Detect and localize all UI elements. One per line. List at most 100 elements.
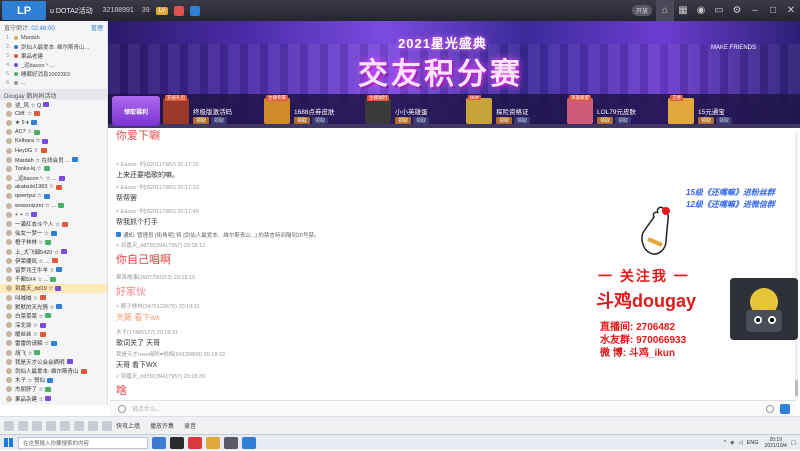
gift-card[interactable]: 主播专属1688点券皮肤领取领取 [264,96,362,126]
user-row[interactable]: 留罗兆王牛羊 ☆ [0,265,107,274]
gift-get-button[interactable]: 领取 [615,117,631,124]
chat-input[interactable]: 说点什么... [132,404,766,413]
screen-icon[interactable] [46,421,56,431]
taskbar-clock[interactable]: 20:19 2021/10/4 [765,437,787,449]
user-row[interactable]: Cliff. ☆ [0,109,107,118]
user-row[interactable]: 木子 ☆ 赞仙 [0,376,107,385]
emoji-icon[interactable] [118,405,126,413]
grid-icon[interactable]: ▦ [674,0,692,21]
expression-icon[interactable] [766,405,774,413]
scroll-thumb[interactable] [795,380,798,396]
gift-card[interactable]: DNF探险资格证领取领取 [466,96,564,126]
user-row[interactable]: 仙女一梦一 ☆ [0,229,107,238]
user-row[interactable]: qwertyui ☆ [0,192,107,201]
user-row[interactable]: 杰朋肝了 ☆ [0,385,107,394]
manage-link[interactable]: 管理 [91,23,103,31]
gift-get-button[interactable]: 领取 [413,117,429,124]
rank-row[interactable]: 2.剑仙人最爱本: 维尔斯青山... [0,42,107,51]
app-icon-red[interactable] [188,437,202,449]
user-row[interactable]: Tonks-kj ☆ [0,164,107,173]
user-row[interactable]: 默默的天光情 ☆ [0,302,107,311]
rank-row[interactable]: 4._远bacon丶... [0,60,107,69]
network-icon[interactable]: ◈ [730,440,734,446]
edge-icon[interactable] [152,437,166,449]
gift-get-button[interactable]: 领取 [716,117,732,124]
rank-row[interactable]: 3.果品老建 [0,51,107,60]
gift-get-button[interactable]: 领取 [312,117,328,124]
user-row[interactable]: 白菜菜菜 ☆ [0,311,107,320]
text-icon[interactable] [74,421,84,431]
gift-card[interactable]: 王者15元通宝领取领取 [668,96,766,126]
live-icon[interactable] [174,6,184,16]
maximize-icon[interactable]: □ [764,0,782,21]
sound-icon[interactable] [4,421,14,431]
user-row[interactable]: 叫喊喊 ☆ [0,293,107,302]
user-row[interactable]: akatsuki1993 ☆ [0,183,107,192]
user-row[interactable]: 我是天才公会会摘明 [0,357,107,366]
user-row[interactable]: 橙子林林 ☆ [0,238,107,247]
user-row[interactable]: 伊荣绷风 ☆ ... [0,256,107,265]
close-icon[interactable]: ✕ [782,0,800,21]
image-icon[interactable] [88,421,98,431]
start-button[interactable] [0,435,16,451]
minimize-icon[interactable]: – [746,0,764,21]
chat-app-icon[interactable] [242,437,256,449]
settings-icon[interactable]: ⚙ [728,0,746,21]
folder-icon[interactable] [102,421,112,431]
gift-card[interactable]: 主播福利小小英雄蛋领取领取 [365,96,463,126]
user-row[interactable]: ★ 9 ♦ [0,118,107,127]
gift-claim-button[interactable]: 领取 [193,117,209,124]
user-row[interactable]: AC7 ☆ [0,128,107,137]
input-language[interactable]: ENG [747,440,759,446]
user-row[interactable]: 暖丝丝 ☆ [0,330,107,339]
steam-icon[interactable] [170,437,184,449]
home-icon[interactable]: ⌂ [656,0,674,21]
window-icon[interactable] [60,421,70,431]
user-row[interactable]: 到嘉天_dd19 ☆ [0,284,107,293]
record-button[interactable]: 录音 [184,421,196,430]
gamepad-icon[interactable]: ◉ [692,0,710,21]
folder-app-icon[interactable] [206,437,220,449]
user-row[interactable]: 剑仙人最爱本: 维尔斯青山 [0,366,107,375]
user-row[interactable]: _远bacon丶 ☆ ... [0,174,107,183]
tray-up-icon[interactable]: ^ [724,440,727,446]
user-row[interactable]: 雷雷的请解 ☆ [0,339,107,348]
chat-scrollbar[interactable] [795,132,798,398]
gift-get-button[interactable]: 领取 [514,117,530,124]
user-row[interactable]: wowsnizzer ☆ ... [0,201,107,210]
monitor-icon[interactable]: ▭ [710,0,728,21]
gift-claim-button[interactable]: 领取 [698,117,714,124]
volume-icon[interactable]: ◁ [738,440,742,446]
user-row[interactable]: 锯香 ☆ [0,403,107,405]
user-row[interactable]: 上_大飞烟5420 ☆ [0,247,107,256]
send-icon[interactable] [780,404,790,414]
rank-row[interactable]: 1.Mardah [0,33,107,42]
wall-button[interactable]: 快攻上墙 [116,421,140,430]
open-switch[interactable]: 开放 [632,5,652,16]
taskbar-search[interactable]: 在这里输入你要搜索的内容 [18,437,148,449]
user-row[interactable]: Mardah ☆ 在线会员 ... [0,155,107,164]
user-row[interactable]: 逆_风 ☆ Q [0,100,107,109]
user-row[interactable]: Hey0G ☆ [0,146,107,155]
rank-row[interactable]: 5.睡眠好消息1002363 [0,69,107,78]
gift-card[interactable]: 充值礼包终极版激活码领取领取 [163,96,261,126]
share-icon[interactable] [190,6,200,16]
playlist-button[interactable]: 播放许集 [150,421,174,430]
user-row[interactable]: Kelbara ☆ [0,137,107,146]
gift-claim-button[interactable]: 领取 [395,117,411,124]
gift-claim-button[interactable]: 领取 [496,117,512,124]
gift-get-button[interactable]: 领取 [211,117,227,124]
gift-claim-button[interactable]: 领取 [597,117,613,124]
gift-card[interactable]: 英雄联盟LOL79元皮肤领取领取 [567,96,665,126]
mic-icon[interactable] [18,421,28,431]
user-row[interactable]: 深北柒 ☆ [0,321,107,330]
gift-claim-button[interactable]: 领取 [294,117,310,124]
claim-benefits-button[interactable]: 领取福利 [112,96,160,126]
notification-icon[interactable]: ▢ [791,440,796,446]
rank-row[interactable]: 6.... [0,78,107,87]
user-row[interactable]: 果品杂建 ☆ [0,394,107,403]
camera-icon[interactable] [32,421,42,431]
user-row[interactable]: 一袭红衣斗个人 ☆ [0,219,107,228]
live-app-icon[interactable] [224,437,238,449]
user-row[interactable]: + + ☆ [0,210,107,219]
